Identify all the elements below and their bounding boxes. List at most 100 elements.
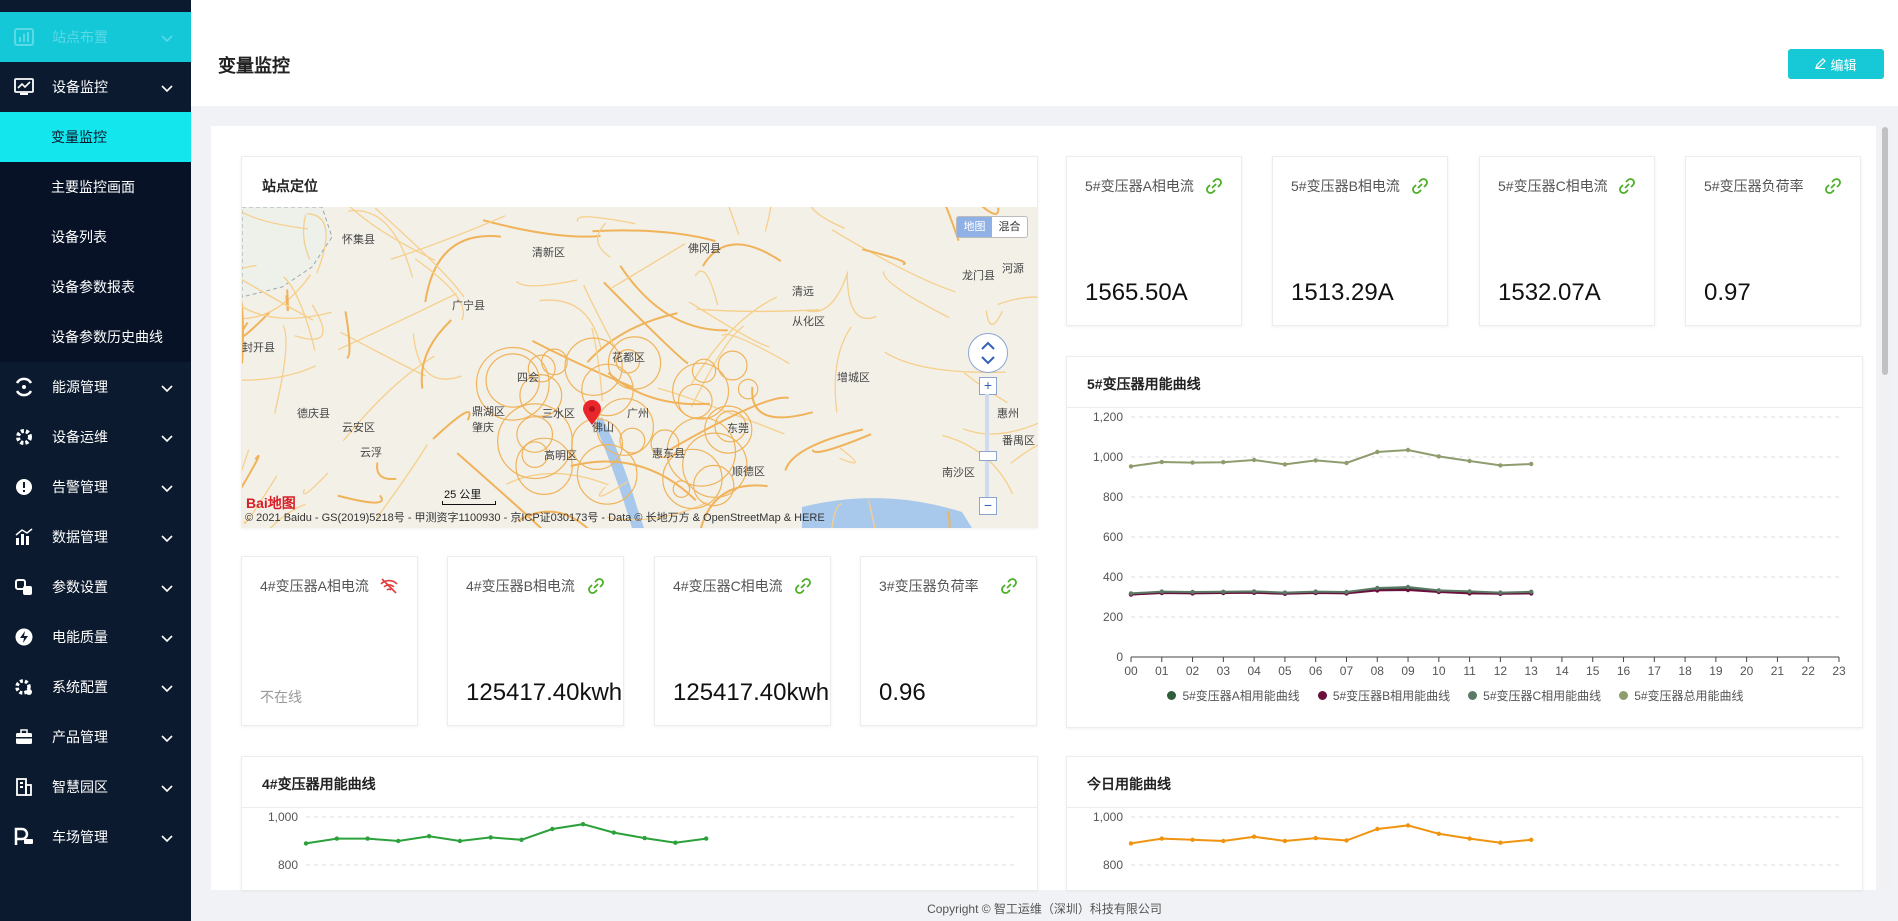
data-point[interactable] [1190,837,1195,842]
data-point[interactable] [1529,589,1534,594]
sidebar-item-4[interactable]: 数据管理 [0,512,191,562]
data-point[interactable] [1344,838,1349,843]
zoom-slider[interactable] [985,394,989,504]
location-pin-icon[interactable] [582,400,602,431]
data-point[interactable] [1467,589,1472,594]
sidebar-item-1[interactable]: 能源管理 [0,362,191,412]
data-point[interactable] [550,826,555,832]
legend-item[interactable]: 5#变压器C相用能曲线 [1468,687,1601,704]
data-point[interactable] [1467,458,1472,464]
sub-item-param-history[interactable]: 设备参数历史曲线 [0,312,191,362]
sidebar-item-device-monitor[interactable]: 设备监控 [0,62,191,112]
link-icon[interactable] [794,577,812,600]
data-point[interactable] [642,835,647,841]
data-point[interactable] [1405,823,1411,828]
data-point[interactable] [1436,454,1441,459]
link-icon[interactable] [587,577,605,600]
scrollbar-thumb[interactable] [1882,127,1888,375]
data-point[interactable] [1375,449,1380,455]
data-point[interactable] [1159,589,1164,594]
sub-item-device-list[interactable]: 设备列表 [0,212,191,262]
data-point[interactable] [1128,591,1134,596]
data-point[interactable] [1159,459,1164,465]
sidebar-item-8[interactable]: 产品管理 [0,712,191,762]
data-point[interactable] [1282,590,1288,595]
map-pan-control[interactable] [968,333,1008,373]
data-point[interactable] [1190,589,1195,595]
data-point[interactable] [1405,447,1411,453]
data-point[interactable] [1221,589,1226,594]
sub-item-main-monitor[interactable]: 主要监控画面 [0,162,191,212]
data-point[interactable] [1436,831,1441,836]
data-point[interactable] [1467,836,1472,841]
data-point[interactable] [1529,461,1534,467]
data-point[interactable] [1282,462,1288,467]
edit-button[interactable]: 编辑 [1788,49,1884,79]
sidebar-item-9[interactable]: 智慧园区 [0,762,191,812]
data-point[interactable] [365,836,370,841]
map-place-label: 佛冈县 [688,243,721,255]
metric-label: 5#变压器C相电流 [1498,178,1608,194]
data-point[interactable] [1375,585,1380,591]
data-point[interactable] [396,838,401,844]
data-point[interactable] [1313,835,1318,841]
data-point[interactable] [704,836,709,841]
sidebar-item-6[interactable]: 电能质量 [0,612,191,662]
data-point[interactable] [1221,838,1226,844]
data-point[interactable] [1159,836,1164,841]
data-point[interactable] [303,841,309,846]
sidebar-item-5[interactable]: 参数设置 [0,562,191,612]
data-point[interactable] [611,830,616,835]
data-point[interactable] [1498,463,1503,468]
data-point[interactable] [457,838,463,844]
data-point[interactable] [1313,458,1318,463]
sidebar-item-2[interactable]: 设备运维 [0,412,191,462]
sidebar-item-10[interactable]: 车场管理 [0,812,191,862]
zoom-out-button[interactable]: − [979,497,997,515]
link-icon[interactable] [1000,577,1018,600]
data-point[interactable] [488,835,493,840]
sidebar-item-site-layout[interactable]: 站点布置 [0,12,191,62]
legend-item[interactable]: 5#变压器A相用能曲线 [1167,687,1300,704]
data-point[interactable] [580,822,586,827]
data-point[interactable] [1128,841,1134,846]
wifi-off-icon[interactable] [379,577,399,600]
data-point[interactable] [334,836,339,841]
edit-icon [1815,57,1827,72]
data-point[interactable] [426,834,432,839]
map-type-hybrid[interactable]: 混合 [992,217,1027,237]
data-point[interactable] [1436,588,1441,593]
legend-item[interactable]: 5#变压器B相用能曲线 [1317,687,1450,704]
data-point[interactable] [1344,589,1349,595]
data-point[interactable] [1282,838,1288,844]
data-point[interactable] [1251,834,1257,839]
link-icon[interactable] [1411,177,1429,200]
map-type-normal[interactable]: 地图 [957,217,992,237]
sub-item-variable-monitor[interactable]: 变量监控 [0,112,191,162]
data-point[interactable] [1498,840,1503,845]
data-point[interactable] [1375,826,1380,832]
data-point[interactable] [1251,589,1257,594]
data-point[interactable] [1405,584,1411,590]
baidu-map[interactable]: 怀集县 清新区 佛冈县 清远 龙门县 河源 广宁县 从化区 封开县 花都区 四会 增城区 德庆县 鼎湖区 三… [242,207,1038,528]
sidebar-item-7[interactable]: 系统配置 [0,662,191,712]
zoom-in-button[interactable]: + [979,377,997,395]
data-point[interactable] [1529,837,1534,842]
data-point[interactable] [1190,460,1195,465]
link-icon[interactable] [1205,177,1223,200]
data-point[interactable] [1313,589,1318,594]
data-point[interactable] [519,837,524,842]
zoom-handle[interactable] [979,451,997,461]
data-point[interactable] [1251,457,1257,463]
sidebar-item-3[interactable]: 告警管理 [0,462,191,512]
link-icon[interactable] [1824,177,1842,200]
sidebar-item-label: 电能质量 [52,629,108,645]
data-point[interactable] [673,840,678,845]
data-point[interactable] [1344,460,1349,466]
data-point[interactable] [1128,464,1134,469]
sub-item-param-report[interactable]: 设备参数报表 [0,262,191,312]
data-point[interactable] [1498,590,1503,595]
link-icon[interactable] [1618,177,1636,200]
data-point[interactable] [1221,460,1226,465]
legend-item[interactable]: 5#变压器总用能曲线 [1619,687,1744,704]
